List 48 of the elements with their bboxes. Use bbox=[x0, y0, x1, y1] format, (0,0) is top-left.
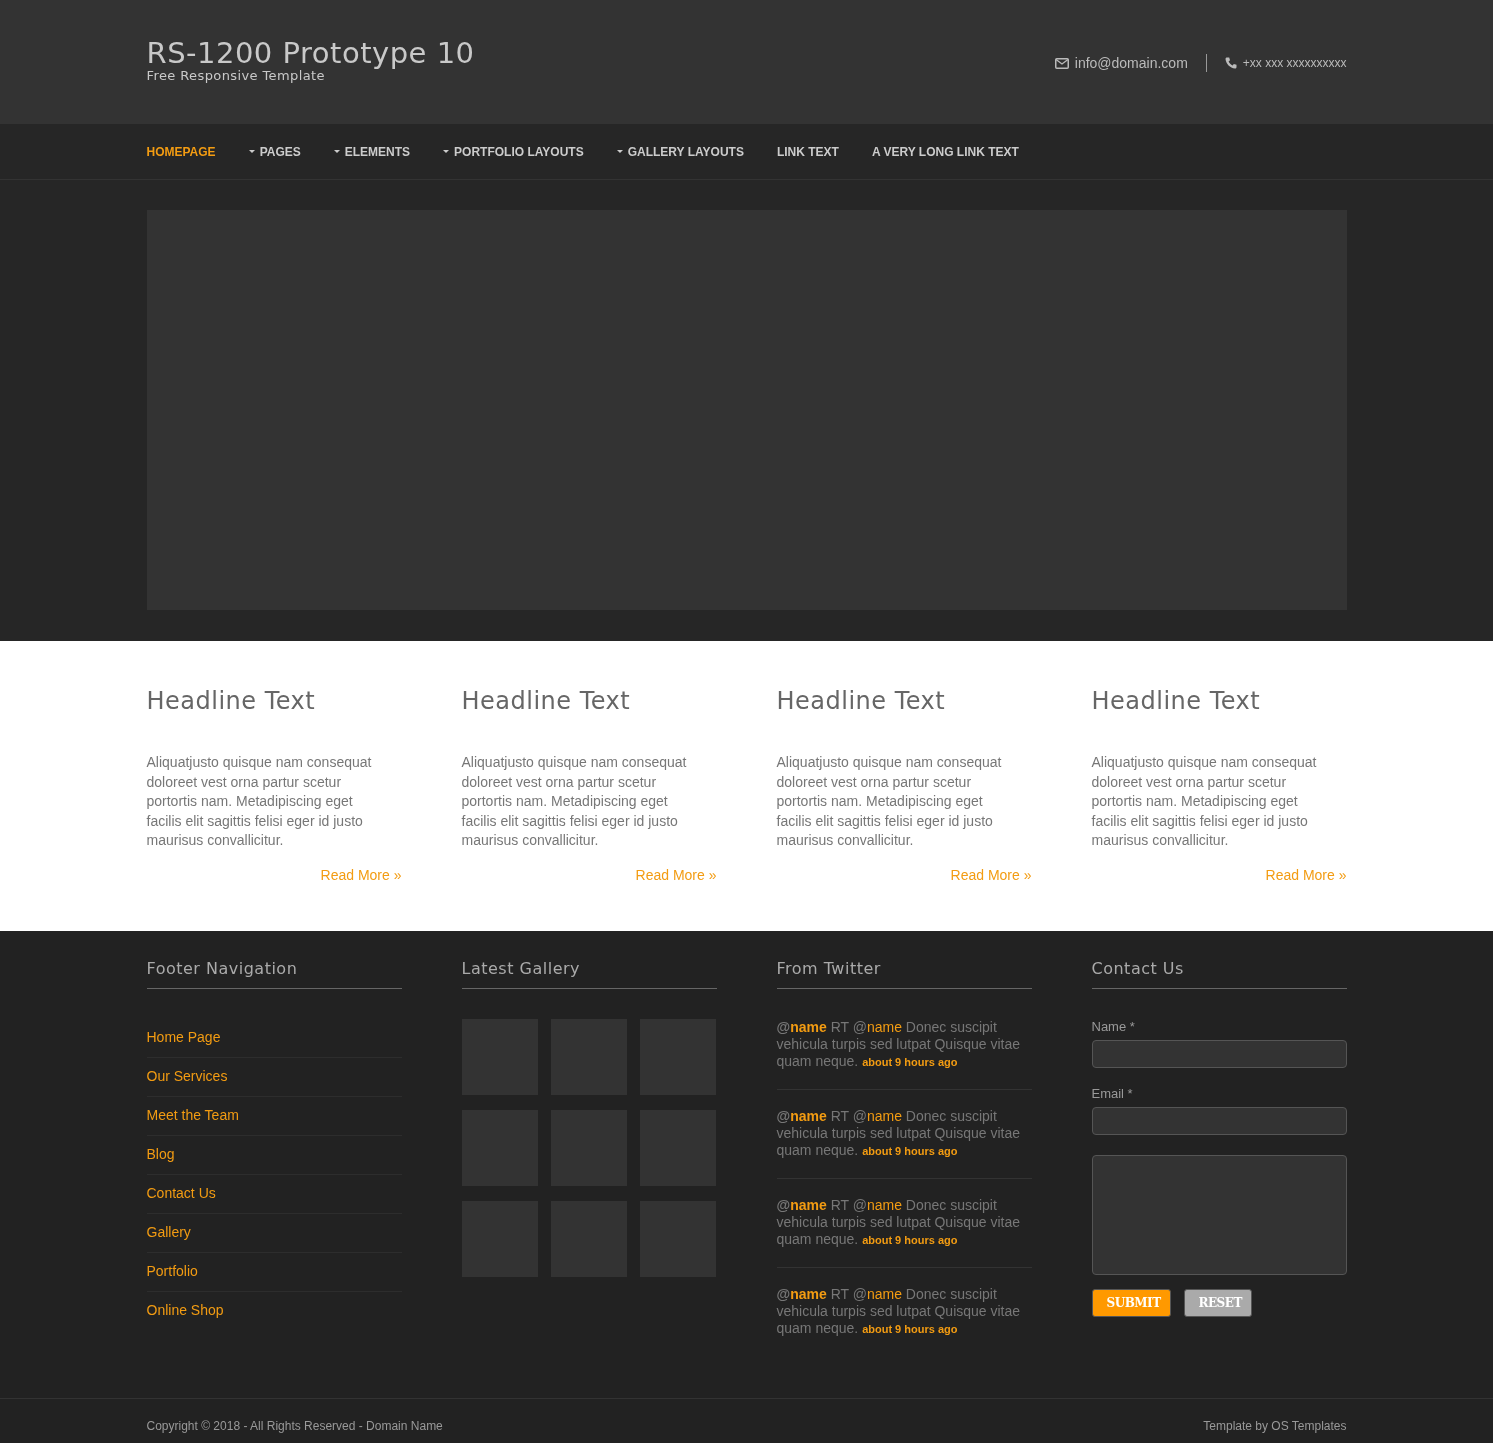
footer-link[interactable]: Contact Us bbox=[146, 1174, 402, 1214]
phone-icon bbox=[1224, 57, 1237, 69]
feature-headline: Headline Text bbox=[146, 687, 317, 715]
contact-phone: +xx xxx xxxxxxxxxx bbox=[1242, 56, 1347, 70]
nav-link[interactable]: ELEMENTS bbox=[333, 144, 411, 159]
copyright-text: Copyright © 2018 - All Rights Reserved - Domain Name bbox=[146, 1419, 443, 1433]
nav-link[interactable]: PAGES bbox=[248, 144, 301, 159]
nav-link[interactable]: A VERY LONG LINK TEXT bbox=[871, 144, 1019, 159]
feature-text: Aliquatjusto quisque nam consequat doloreet vest orna partur scetur portortis nam. Metadipiscing eget facilis elit sagittis felisi eger id justo maurisus convallicitur. bbox=[776, 753, 1003, 850]
site-title[interactable]: RS-1200 Prototype 10 bbox=[146, 36, 475, 70]
footer-heading: Latest Gallery bbox=[461, 958, 717, 989]
input-field[interactable] bbox=[1091, 1039, 1347, 1068]
tweet-text: @name RT @name Donec suscipit vehicula turpis sed lutpat Quisque vitae quam neque. about 9 hours ago bbox=[776, 1107, 1022, 1160]
footer-link[interactable]: Gallery bbox=[146, 1213, 402, 1253]
footer-link[interactable]: Our Services bbox=[146, 1057, 402, 1097]
message-field[interactable] bbox=[1091, 1154, 1347, 1275]
input-field[interactable] bbox=[1091, 1106, 1347, 1135]
nav-link[interactable]: HOMEPAGE bbox=[146, 144, 216, 159]
field-label: Name * bbox=[1091, 1018, 1136, 1034]
contact-email: info@domain.com bbox=[1074, 55, 1188, 71]
template-credit: Template by OS Templates bbox=[1203, 1419, 1347, 1433]
footer-heading: Footer Navigation bbox=[146, 958, 402, 989]
envelope-icon bbox=[1054, 57, 1069, 69]
site-tagline: Free Responsive Template bbox=[146, 68, 325, 83]
tweet-text: @name RT @name Donec suscipit vehicula turpis sed lutpat Quisque vitae quam neque. about 9 hours ago bbox=[776, 1285, 1022, 1338]
footer-heading: From Twitter bbox=[776, 958, 1032, 989]
feature-text: Aliquatjusto quisque nam consequat doloreet vest orna partur scetur portortis nam. Metadipiscing eget facilis elit sagittis felisi eger id justo maurisus convallicitur. bbox=[461, 753, 688, 850]
footer-link[interactable]: Online Shop bbox=[146, 1291, 402, 1330]
tweet-text: @name RT @name Donec suscipit vehicula turpis sed lutpat Quisque vitae quam neque. about 9 hours ago bbox=[776, 1196, 1022, 1249]
tweet-time-link[interactable]: about 9 hours ago bbox=[862, 1322, 958, 1335]
tweet-time-link[interactable]: about 9 hours ago bbox=[862, 1233, 958, 1246]
feature-text: Aliquatjusto quisque nam consequat doloreet vest orna partur scetur portortis nam. Metadipiscing eget facilis elit sagittis felisi eger id justo maurisus convallicitur. bbox=[1091, 753, 1318, 850]
nav-link[interactable]: PORTFOLIO LAYOUTS bbox=[443, 144, 584, 159]
nav-link[interactable]: GALLERY LAYOUTS bbox=[616, 144, 744, 159]
nav-link[interactable]: LINK TEXT bbox=[776, 144, 839, 159]
feature-headline: Headline Text bbox=[461, 687, 632, 715]
feature-text: Aliquatjusto quisque nam consequat doloreet vest orna partur scetur portortis nam. Metadipiscing eget facilis elit sagittis felisi eger id justo maurisus convallicitur. bbox=[146, 753, 373, 850]
feature-headline: Headline Text bbox=[1091, 687, 1262, 715]
feature-headline: Headline Text bbox=[776, 687, 947, 715]
tweet-time-link[interactable]: about 9 hours ago bbox=[862, 1144, 958, 1157]
footer-link[interactable]: Portfolio bbox=[146, 1252, 402, 1292]
footer-heading: Contact Us bbox=[1091, 958, 1347, 989]
field-label: Email * bbox=[1091, 1085, 1134, 1101]
footer-link[interactable]: Blog bbox=[146, 1135, 402, 1175]
footer-link[interactable]: Home Page bbox=[146, 1018, 402, 1058]
footer-link[interactable]: Meet the Team bbox=[146, 1096, 402, 1136]
tweet-text: @name RT @name Donec suscipit vehicula turpis sed lutpat Quisque vitae quam neque. about 9 hours ago bbox=[776, 1018, 1022, 1071]
tweet-time-link[interactable]: about 9 hours ago bbox=[862, 1055, 958, 1068]
